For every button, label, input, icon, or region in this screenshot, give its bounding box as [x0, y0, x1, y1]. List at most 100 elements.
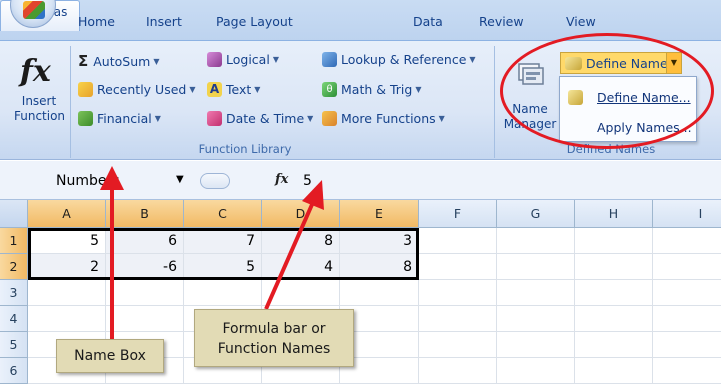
row-header-3[interactable]: 3: [0, 280, 28, 306]
column-header-e[interactable]: E: [340, 200, 419, 228]
cell-i4[interactable]: [653, 306, 721, 332]
formula-bar-splitter[interactable]: [200, 173, 230, 189]
row-header-2[interactable]: 2: [0, 254, 28, 280]
cell-f4[interactable]: [419, 306, 497, 332]
cell-a3[interactable]: [28, 280, 106, 306]
star-book-icon: [78, 82, 93, 97]
math-trig-label: Math & Trig: [341, 82, 413, 97]
more-functions-label: More Functions: [341, 111, 436, 126]
cell-b3[interactable]: [106, 280, 184, 306]
highlight-ellipse: [500, 33, 714, 149]
cell-h4[interactable]: [575, 306, 653, 332]
name-box[interactable]: Numbers: [36, 170, 191, 192]
cell-i6[interactable]: [653, 358, 721, 384]
more-functions-button[interactable]: More Functions ▼: [322, 111, 445, 126]
column-header-a[interactable]: A: [28, 200, 106, 228]
column-header-c[interactable]: C: [184, 200, 262, 228]
cell-f1[interactable]: [419, 228, 497, 254]
cell-i3[interactable]: [653, 280, 721, 306]
tab-page-layout[interactable]: Page Layout: [216, 14, 293, 29]
date-time-button[interactable]: Date & Time ▼: [207, 111, 313, 126]
name-box-dropdown-icon[interactable]: ▼: [176, 174, 184, 185]
cell-g3[interactable]: [497, 280, 575, 306]
chevron-down-icon: ▼: [469, 55, 476, 64]
autosum-button[interactable]: Σ AutoSum ▼: [78, 52, 159, 70]
cell-h5[interactable]: [575, 332, 653, 358]
insert-function-line2: Function: [14, 109, 66, 123]
cell-a4[interactable]: [28, 306, 106, 332]
autosum-label: AutoSum: [93, 53, 151, 69]
tab-review[interactable]: Review: [479, 14, 524, 29]
cell-d3[interactable]: [262, 280, 340, 306]
cell-i2[interactable]: [653, 254, 721, 280]
chevron-down-icon: ▼: [153, 56, 160, 66]
function-library-label: Function Library: [198, 142, 292, 156]
formula-callout-line1: Formula bar or: [222, 321, 326, 337]
cell-g1[interactable]: [497, 228, 575, 254]
cell-e3[interactable]: [340, 280, 419, 306]
row-header-6[interactable]: 6: [0, 358, 28, 384]
lookup-book-icon: [322, 52, 337, 67]
cell-b4[interactable]: [106, 306, 184, 332]
select-all-corner[interactable]: [0, 200, 28, 228]
insert-function-small-icon[interactable]: fx: [275, 172, 288, 187]
math-book-icon: θ: [322, 82, 337, 97]
formula-bar-input[interactable]: 5: [295, 169, 715, 192]
cell-g6[interactable]: [497, 358, 575, 384]
cell-i5[interactable]: [653, 332, 721, 358]
office-logo-icon: [23, 1, 45, 19]
chevron-down-icon: ▼: [415, 85, 422, 94]
cell-g2[interactable]: [497, 254, 575, 280]
cell-c3[interactable]: [184, 280, 262, 306]
logical-book-icon: [207, 52, 222, 67]
cell-i1[interactable]: [653, 228, 721, 254]
cell-h2[interactable]: [575, 254, 653, 280]
row-header-4[interactable]: 4: [0, 306, 28, 332]
formula-callout-line2: Function Names: [217, 341, 331, 357]
formula-bar-callout: Formula bar or Function Names: [194, 309, 354, 367]
logical-label: Logical: [226, 52, 270, 67]
sigma-icon: Σ: [78, 52, 89, 70]
recently-used-button[interactable]: Recently Used ▼: [78, 82, 196, 97]
recently-used-label: Recently Used: [97, 82, 187, 97]
tab-home[interactable]: Home: [78, 14, 115, 29]
tab-data[interactable]: Data: [413, 14, 443, 29]
column-header-g[interactable]: G: [497, 200, 575, 228]
cell-g5[interactable]: [497, 332, 575, 358]
row-header-5[interactable]: 5: [0, 332, 28, 358]
column-header-i[interactable]: I: [653, 200, 721, 228]
tab-insert[interactable]: Insert: [146, 14, 182, 29]
cell-h6[interactable]: [575, 358, 653, 384]
cell-f6[interactable]: [419, 358, 497, 384]
text-book-icon: A: [207, 82, 222, 97]
cell-f2[interactable]: [419, 254, 497, 280]
row-header-1[interactable]: 1: [0, 228, 28, 254]
cell-f3[interactable]: [419, 280, 497, 306]
logical-button[interactable]: Logical ▼: [207, 52, 279, 67]
chevron-down-icon: ▼: [307, 114, 314, 123]
text-label: Text: [226, 82, 252, 97]
lookup-reference-label: Lookup & Reference: [341, 52, 467, 67]
financial-button[interactable]: Financial ▼: [78, 111, 161, 126]
financial-label: Financial: [97, 111, 152, 126]
cell-h3[interactable]: [575, 280, 653, 306]
insert-function-line1: Insert: [21, 94, 57, 108]
insert-function-icon[interactable]: fx: [20, 54, 60, 89]
text-button[interactable]: A Text ▼: [207, 82, 260, 97]
column-header-b[interactable]: B: [106, 200, 184, 228]
cell-g4[interactable]: [497, 306, 575, 332]
group-separator: [70, 46, 71, 158]
column-header-h[interactable]: H: [575, 200, 653, 228]
insert-function-button[interactable]: Insert Function: [14, 94, 66, 124]
cell-f5[interactable]: [419, 332, 497, 358]
chevron-down-icon: ▼: [272, 55, 279, 64]
tab-view[interactable]: View: [566, 14, 596, 29]
calendar-book-icon: [207, 111, 222, 126]
chevron-down-icon: ▼: [154, 114, 161, 123]
column-header-f[interactable]: F: [419, 200, 497, 228]
column-header-d[interactable]: D: [262, 200, 340, 228]
cell-h1[interactable]: [575, 228, 653, 254]
lookup-reference-button[interactable]: Lookup & Reference ▼: [322, 52, 476, 67]
math-trig-button[interactable]: θ Math & Trig ▼: [322, 82, 421, 97]
selected-range-border: [28, 228, 419, 280]
